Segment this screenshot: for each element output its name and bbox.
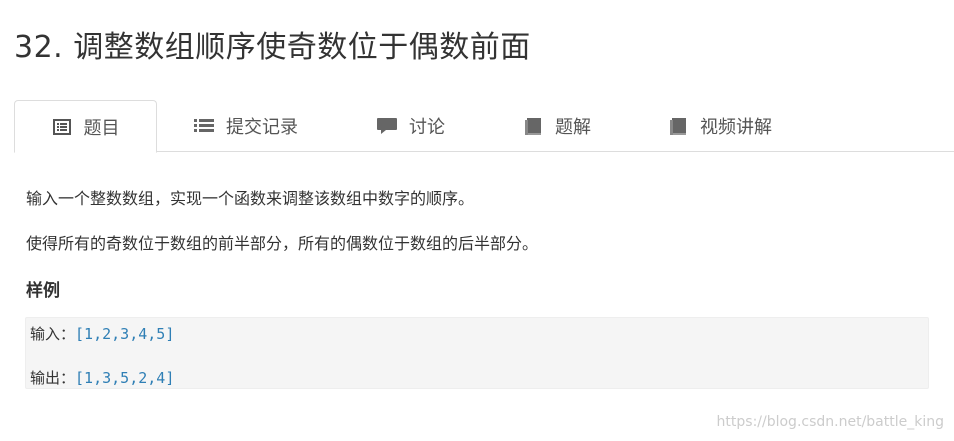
example-output-value: [1,3,5,2,4]	[75, 369, 175, 387]
tab-problem[interactable]: 题目	[14, 100, 157, 153]
tab-solutions[interactable]: 题解	[523, 100, 591, 152]
tab-bar: 题目 提交记录 讨论 题解 视频讲解	[14, 100, 954, 153]
example-input-label: 输入	[30, 325, 61, 343]
problem-paragraph: 使得所有的奇数位于数组的前半部分，所有的偶数位于数组的后半部分。	[26, 234, 539, 253]
example-input-line: 输入：[1,2,3,4,5]	[30, 323, 174, 344]
example-output-colon: ：	[60, 369, 76, 387]
example-input-colon: ：	[60, 325, 76, 343]
book-icon	[668, 116, 688, 136]
book-icon	[523, 116, 543, 136]
example-output-line: 输出：[1,3,5,2,4]	[30, 367, 174, 388]
example-code-block: 输入：[1,2,3,4,5] 输出：[1,3,5,2,4]	[25, 317, 929, 389]
tab-video-solution[interactable]: 视频讲解	[668, 100, 772, 152]
watermark: https://blog.csdn.net/battle_king	[716, 414, 944, 430]
document-list-icon	[52, 117, 72, 137]
example-input-value: [1,2,3,4,5]	[75, 325, 175, 343]
tab-discussion[interactable]: 讨论	[377, 100, 445, 152]
tab-label: 题目	[83, 117, 120, 139]
example-heading: 样例	[26, 281, 60, 301]
page-title: 32. 调整数组顺序使奇数位于偶数前面	[14, 30, 531, 65]
tab-label: 视频讲解	[700, 117, 772, 138]
tab-label: 讨论	[409, 117, 445, 138]
tab-label: 题解	[555, 117, 591, 138]
tab-label: 提交记录	[226, 117, 298, 138]
tab-submissions[interactable]: 提交记录	[194, 100, 298, 152]
example-output-label: 输出	[30, 369, 61, 387]
problem-paragraph: 输入一个整数数组，实现一个函数来调整该数组中数字的顺序。	[26, 189, 475, 208]
comment-icon	[377, 116, 397, 136]
list-icon	[194, 116, 214, 136]
